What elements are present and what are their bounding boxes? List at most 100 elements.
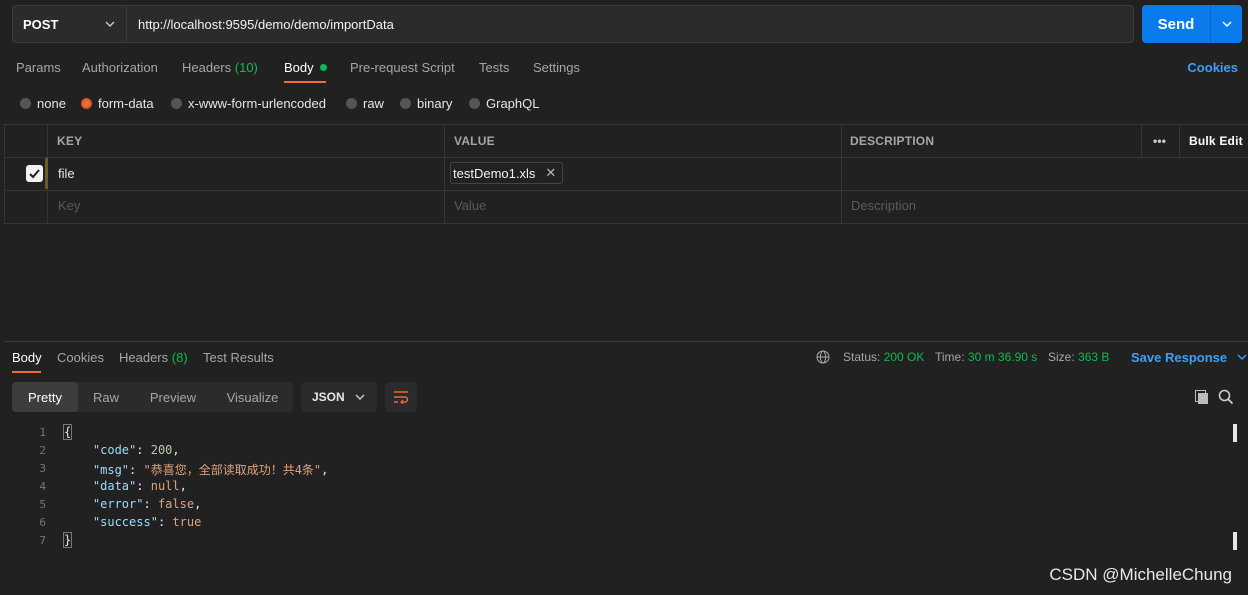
table-left-border: [4, 124, 5, 224]
tab-body-underline: [284, 81, 326, 83]
tab-headers[interactable]: Headers (10): [182, 60, 258, 75]
code-line-4[interactable]: "data": null,: [64, 479, 187, 493]
table-header-border: [4, 157, 1248, 158]
code-line-1[interactable]: {: [62, 424, 73, 440]
json-key: "data": [92, 479, 137, 493]
json-close-brace: }: [62, 532, 73, 548]
code-line-3[interactable]: "msg": "恭喜您，全部读取成功！共4条",: [64, 461, 329, 478]
tab-tests[interactable]: Tests: [479, 60, 509, 75]
format-label: JSON: [312, 390, 345, 404]
radio-graphql[interactable]: GraphQL: [469, 96, 539, 111]
description-input[interactable]: Description: [851, 198, 916, 213]
remove-file-icon[interactable]: ✕: [545, 165, 556, 181]
response-tab-headers-label: Headers: [119, 350, 169, 365]
more-options-icon[interactable]: •••: [1153, 134, 1166, 148]
view-pretty-button[interactable]: Pretty: [12, 382, 78, 412]
table-col-divider: [841, 124, 842, 224]
code-line-7[interactable]: }: [62, 532, 73, 548]
column-header-key: KEY: [57, 134, 83, 148]
time-value: 30 m 36.90 s: [967, 350, 1038, 364]
scrollbar-marker[interactable]: [1233, 424, 1237, 442]
chevron-down-icon: [105, 21, 115, 27]
time-label: Time:: [935, 350, 965, 364]
tab-prerequest-script[interactable]: Pre-request Script: [350, 60, 455, 75]
copy-icon[interactable]: [1194, 389, 1210, 408]
row-drag-handle[interactable]: [45, 158, 48, 189]
view-visualize-button[interactable]: Visualize: [212, 382, 293, 412]
pane-divider[interactable]: [4, 341, 1248, 342]
tab-params[interactable]: Params: [16, 60, 61, 75]
tab-headers-label: Headers: [182, 60, 232, 75]
line-number: 4: [39, 480, 46, 493]
status-readout[interactable]: Status: 200 OK: [843, 350, 924, 364]
response-tab-test-results[interactable]: Test Results: [203, 350, 274, 365]
cookies-link[interactable]: Cookies: [1187, 60, 1238, 75]
code-line-2[interactable]: "code": 200,: [64, 443, 180, 457]
key-input[interactable]: Key: [58, 198, 80, 213]
radio-circle: [400, 98, 411, 109]
view-preview-button[interactable]: Preview: [134, 382, 212, 412]
bulk-edit-button[interactable]: Bulk Edit: [1189, 134, 1243, 148]
json-key: "error": [92, 497, 144, 511]
json-key: "msg": [92, 463, 130, 477]
status-label: Status:: [843, 350, 881, 364]
url-input[interactable]: http://localhost:9595/demo/demo/importDa…: [127, 5, 1134, 43]
search-icon[interactable]: [1218, 389, 1234, 408]
row-checkbox[interactable]: [26, 165, 43, 182]
size-readout[interactable]: Size: 363 B: [1048, 350, 1109, 364]
body-indicator-dot: [319, 64, 327, 71]
json-value: false: [157, 497, 195, 511]
radio-label: raw: [363, 96, 384, 111]
row-key[interactable]: file: [58, 166, 75, 181]
radio-label: binary: [417, 96, 453, 111]
file-chip[interactable]: testDemo1.xls ✕: [450, 162, 564, 184]
radio-urlencoded[interactable]: x-www-form-urlencoded: [171, 96, 326, 111]
tab-settings[interactable]: Settings: [533, 60, 580, 75]
radio-circle: [469, 98, 480, 109]
json-value: true: [172, 515, 202, 529]
value-input[interactable]: Value: [454, 198, 486, 213]
radio-form-data[interactable]: form-data: [81, 96, 154, 111]
radio-label: none: [37, 96, 66, 111]
table-col-divider: [444, 124, 445, 224]
response-tab-body[interactable]: Body: [12, 350, 42, 365]
wrap-lines-button[interactable]: [385, 382, 417, 412]
save-response-button[interactable]: Save Response: [1131, 350, 1247, 365]
view-mode-toggle: Pretty Raw Preview Visualize: [12, 382, 293, 412]
json-key: "success": [92, 515, 158, 529]
globe-icon[interactable]: [816, 350, 830, 367]
view-raw-button[interactable]: Raw: [78, 382, 134, 412]
code-line-6[interactable]: "success": true: [64, 515, 201, 529]
url-text: http://localhost:9595/demo/demo/importDa…: [138, 16, 394, 32]
format-select[interactable]: JSON: [301, 382, 377, 412]
tab-authorization[interactable]: Authorization: [82, 60, 158, 75]
method-select[interactable]: POST: [12, 5, 127, 43]
send-label: Send: [1157, 15, 1195, 33]
time-readout[interactable]: Time: 30 m 36.90 s: [935, 350, 1037, 364]
code-line-5[interactable]: "error": false,: [64, 497, 201, 511]
response-tab-headers-count: (8): [171, 350, 188, 365]
response-tab-cookies[interactable]: Cookies: [57, 350, 104, 365]
send-button[interactable]: Send: [1142, 5, 1242, 43]
json-value: "恭喜您，全部读取成功！共4条": [143, 463, 322, 477]
radio-circle: [346, 98, 357, 109]
radio-label: GraphQL: [486, 96, 540, 111]
tab-body[interactable]: Body: [284, 60, 327, 75]
line-number: 2: [39, 444, 46, 457]
response-tab-headers[interactable]: Headers (8): [119, 350, 188, 365]
radio-circle: [20, 98, 31, 109]
radio-none[interactable]: none: [20, 96, 66, 111]
scrollbar-marker[interactable]: [1233, 532, 1237, 550]
table-bottom-border: [4, 223, 1248, 224]
json-key: "code": [92, 443, 137, 457]
line-number: 3: [39, 462, 46, 475]
radio-label: form-data: [98, 96, 154, 111]
save-response-label: Save Response: [1131, 350, 1228, 365]
radio-raw[interactable]: raw: [346, 96, 384, 111]
status-value: 200 OK: [883, 350, 925, 364]
line-number: 1: [39, 426, 46, 439]
radio-binary[interactable]: binary: [400, 96, 452, 111]
send-options-chevron-icon[interactable]: [1211, 18, 1242, 30]
response-tab-body-underline: [12, 371, 41, 373]
tab-headers-count: (10): [234, 60, 258, 75]
